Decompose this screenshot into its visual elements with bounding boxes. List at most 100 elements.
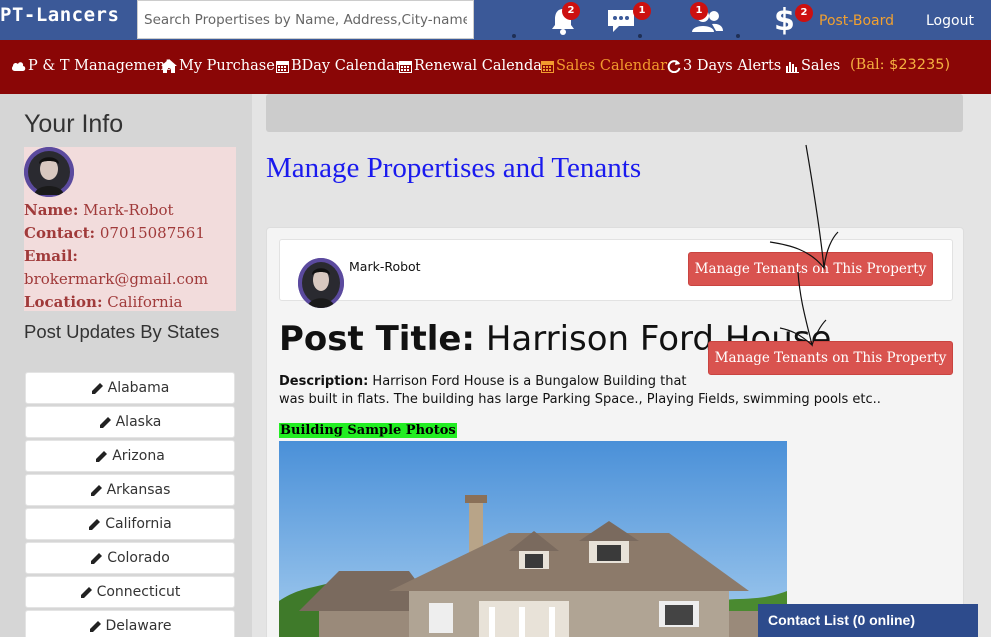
top-navbar: PT-Lancers 2 1 1 $ 2 Post xyxy=(0,0,991,40)
nav-renewal-calendar[interactable]: Renewal Calendar xyxy=(399,58,549,74)
calendar-icon xyxy=(276,60,289,73)
manage-tenants-button[interactable]: Manage Tenants on This Property xyxy=(688,252,933,286)
description-line-1: Harrison Ford House is a Bungalow Buildi… xyxy=(372,374,687,389)
avatar-image xyxy=(298,258,344,308)
post-board-link[interactable]: Post-Board xyxy=(819,13,894,29)
cloud-icon xyxy=(11,62,26,71)
state-label: Alaska xyxy=(115,414,162,430)
notifications-badge: 2 xyxy=(562,2,580,20)
building-photo[interactable] xyxy=(279,441,787,637)
contact-value: 07015087561 xyxy=(99,224,205,242)
state-button[interactable]: Alaska xyxy=(25,406,235,438)
info-email-label-line: Email: xyxy=(24,247,78,265)
pencil-icon xyxy=(80,586,92,598)
pencil-icon xyxy=(96,450,108,462)
location-value: California xyxy=(107,293,183,311)
nav-label: Sales xyxy=(801,58,841,74)
email-value: brokermark@gmail.com xyxy=(24,270,209,288)
main-content: Manage Propertises and Tenants Mark-Robo… xyxy=(252,94,991,637)
state-button[interactable]: Arizona xyxy=(25,440,235,472)
state-button[interactable]: Delaware xyxy=(25,610,235,637)
nav-bday-calendar[interactable]: BDay Calendar xyxy=(276,58,402,74)
logout-link[interactable]: Logout xyxy=(926,13,974,29)
messages-button[interactable]: 1 xyxy=(605,2,651,36)
property-panel: Mark-Robot Manage Tenants on This Proper… xyxy=(266,227,964,637)
name-label: Name: xyxy=(24,201,79,219)
owner-card: Mark-Robot Manage Tenants on This Proper… xyxy=(279,239,953,308)
earnings-button[interactable]: $ 2 xyxy=(772,1,813,35)
nav-sales[interactable]: Sales xyxy=(786,58,840,74)
contact-list-bar[interactable]: Contact List (0 online) xyxy=(758,604,978,637)
search-input[interactable] xyxy=(137,0,474,39)
state-label: Colorado xyxy=(107,550,170,566)
friend-requests-badge: 1 xyxy=(690,2,708,20)
nav-dot xyxy=(512,34,516,38)
info-contact: Contact: 07015087561 xyxy=(24,224,205,242)
home-icon xyxy=(161,59,177,73)
state-label: Arizona xyxy=(112,448,165,464)
email-label: Email: xyxy=(24,247,78,265)
user-avatar[interactable] xyxy=(24,147,74,197)
pencil-icon xyxy=(91,552,103,564)
messages-badge: 1 xyxy=(633,2,651,20)
bar-chart-icon xyxy=(786,61,799,73)
state-label: California xyxy=(105,516,172,532)
owner-name[interactable]: Mark-Robot xyxy=(349,259,421,274)
location-label: Location: xyxy=(24,293,103,311)
photos-label: Building Sample Photos xyxy=(279,423,457,438)
avatar-image xyxy=(24,147,74,197)
friend-requests-button[interactable]: 1 xyxy=(690,2,724,36)
owner-avatar[interactable] xyxy=(298,258,344,308)
description: Description: Harrison Ford House is a Bu… xyxy=(279,372,929,392)
notifications-button[interactable]: 2 xyxy=(548,2,582,36)
secondary-navbar: P & T Management My Purchase BDay Calend… xyxy=(0,40,991,94)
nav-label: Renewal Calendar xyxy=(414,58,549,74)
description-label: Description: xyxy=(279,374,369,389)
house-photo-image xyxy=(279,441,787,637)
calendar-icon xyxy=(399,60,412,73)
your-info-title: Your Info xyxy=(24,110,124,138)
balance-label: (Bal: xyxy=(850,57,885,73)
page-title: Manage Propertises and Tenants xyxy=(266,152,642,184)
nav-pt-management[interactable]: P & T Management xyxy=(11,58,171,74)
user-info-card: Name: Mark-Robot Contact: 07015087561 Em… xyxy=(24,147,236,311)
earnings-badge: 2 xyxy=(795,4,813,22)
sidebar: Your Info Name: Mark-Robot Contact: 0701… xyxy=(0,94,252,637)
nav-label: BDay Calendar xyxy=(291,58,402,74)
info-location: Location: California xyxy=(24,293,182,311)
calendar-icon xyxy=(541,60,554,73)
pencil-icon xyxy=(99,416,111,428)
post-updates-title: Post Updates By States xyxy=(24,321,220,342)
brand-logo[interactable]: PT-Lancers xyxy=(0,4,119,26)
state-label: Delaware xyxy=(105,618,172,634)
state-button[interactable]: California xyxy=(25,508,235,540)
svg-text:$: $ xyxy=(774,3,795,35)
state-button[interactable]: Colorado xyxy=(25,542,235,574)
pencil-icon xyxy=(90,484,102,496)
pencil-icon xyxy=(91,382,103,394)
balance-display: (Bal: $23235) xyxy=(850,57,950,73)
description-line-2: was built in flats. The building has lar… xyxy=(279,392,881,407)
info-name: Name: Mark-Robot xyxy=(24,201,174,219)
nav-label: My Purchase xyxy=(179,58,275,74)
nav-3-days-alerts[interactable]: 3 Days Alerts xyxy=(667,58,781,74)
state-button[interactable]: Arkansas xyxy=(25,474,235,506)
nav-label: Sales Calendar xyxy=(556,58,668,74)
nav-label: 3 Days Alerts xyxy=(683,58,782,74)
pencil-icon xyxy=(89,518,101,530)
refresh-icon xyxy=(667,60,681,73)
state-label: Connecticut xyxy=(96,584,181,600)
manage-tenants-button-2[interactable]: Manage Tenants on This Property xyxy=(708,341,953,375)
top-grey-bar xyxy=(266,94,963,132)
pencil-icon xyxy=(89,620,101,632)
nav-dot xyxy=(638,34,642,38)
nav-label: P & T Management xyxy=(28,58,171,74)
state-button[interactable]: Connecticut xyxy=(25,576,235,608)
state-button[interactable]: Alabama xyxy=(25,372,235,404)
nav-dot xyxy=(736,34,740,38)
state-label: Arkansas xyxy=(106,482,171,498)
state-label: Alabama xyxy=(107,380,170,396)
nav-sales-calendar[interactable]: Sales Calendar xyxy=(541,58,667,74)
balance-value: $23235) xyxy=(889,57,951,73)
nav-my-purchase[interactable]: My Purchase xyxy=(161,58,275,74)
